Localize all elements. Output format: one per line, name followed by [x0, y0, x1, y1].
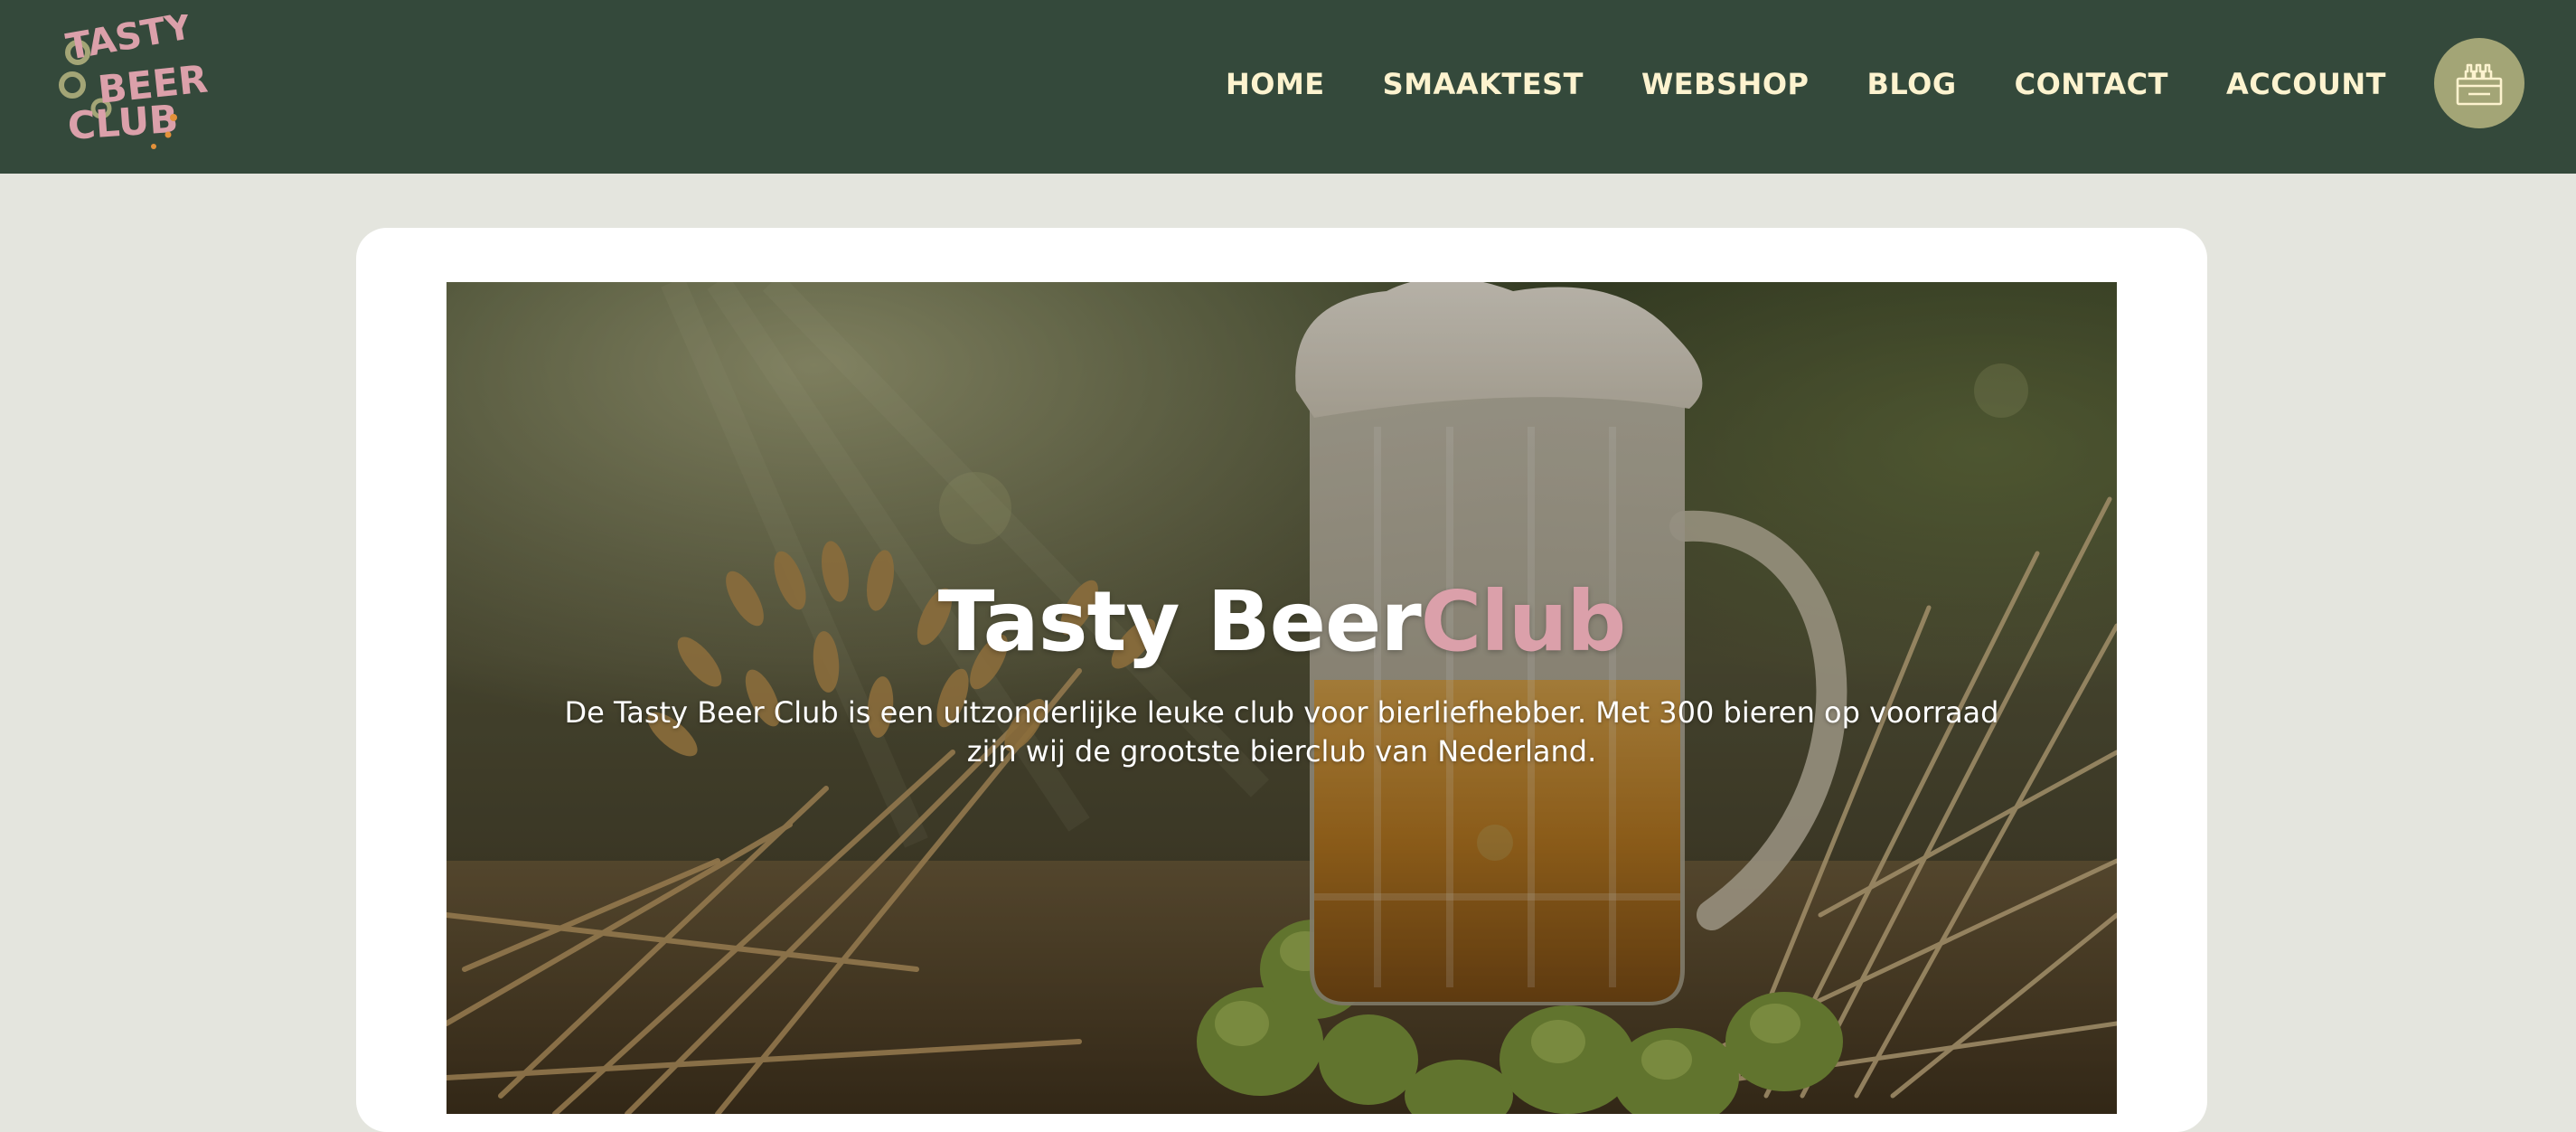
content-card: Tasty BeerClub De Tasty Beer Club is een… — [356, 228, 2207, 1132]
svg-text:CLUB: CLUB — [66, 97, 179, 148]
tasty-beer-club-logo[interactable]: TASTY BEER CLUB — [54, 14, 208, 150]
hero-banner: Tasty BeerClub De Tasty Beer Club is een… — [447, 282, 2117, 1114]
nav-smaaktest[interactable]: SMAAKTEST — [1383, 67, 1584, 101]
nav-webshop[interactable]: WEBSHOP — [1641, 67, 1810, 101]
main-navigation: HOME SMAAKTEST WEBSHOP BLOG CONTACT ACCO… — [1226, 0, 2386, 168]
site-header: TASTY BEER CLUB HOME SMAAKTEST WEBSHOP B… — [0, 0, 2576, 174]
beer-crate-icon — [2456, 63, 2503, 106]
hero-description: De Tasty Beer Club is een uitzonderlijke… — [564, 695, 1999, 769]
nav-home[interactable]: HOME — [1226, 67, 1325, 101]
hero-title-accent: Club — [1420, 573, 1626, 670]
hero-title: Tasty BeerClub — [447, 580, 2117, 664]
nav-blog[interactable]: BLOG — [1866, 67, 1956, 101]
nav-contact[interactable]: CONTACT — [2015, 67, 2168, 101]
cart-button[interactable] — [2434, 38, 2524, 128]
hero-title-main: Tasty Beer — [937, 573, 1422, 670]
nav-account[interactable]: ACCOUNT — [2226, 67, 2386, 101]
